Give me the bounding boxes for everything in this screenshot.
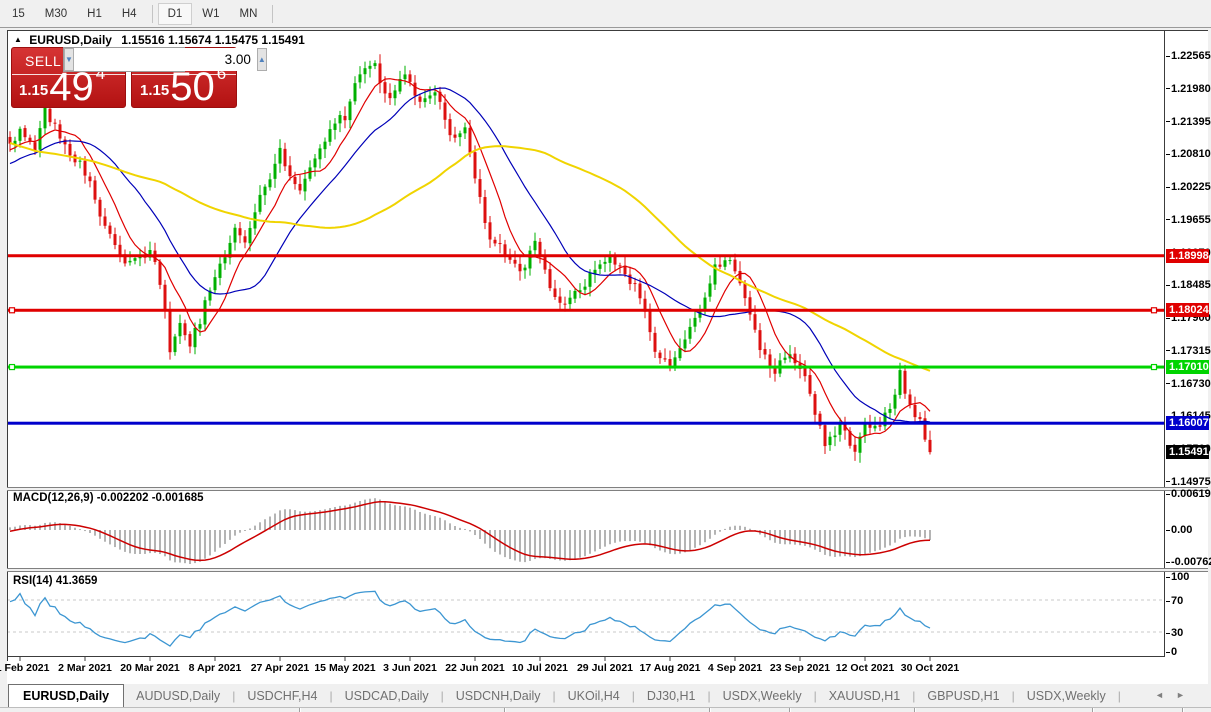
- price-axis-label: 1.20225: [1171, 181, 1209, 193]
- timeframe-button-h4[interactable]: H4: [112, 3, 147, 25]
- rsi-axis-label: 100: [1171, 571, 1209, 583]
- volume-decrease-button[interactable]: ▼: [64, 48, 74, 71]
- timeframe-button-mn[interactable]: MN: [230, 3, 268, 25]
- pane-divider-rsi[interactable]: [7, 568, 1208, 572]
- price-tick-mark: [1166, 285, 1170, 286]
- one-click-trade-panel: SELL 1.15 49 4 BUY 1.15 50 6 ▼ ▲: [10, 45, 238, 108]
- chart-tab-usdcad-daily[interactable]: USDCAD,Daily: [333, 686, 441, 706]
- rsi-tick-mark: [1166, 652, 1170, 653]
- price-axis-label: 1.20810: [1171, 148, 1209, 160]
- buy-price-big: 1.15: [140, 82, 169, 99]
- price-axis-label: 1.18485: [1171, 279, 1209, 291]
- macd-axis-label: 0.00: [1171, 524, 1209, 536]
- chart-tab-xauusd-h1[interactable]: XAUUSD,H1: [817, 686, 913, 706]
- tab-scroll-right-icon[interactable]: ►: [1176, 690, 1185, 700]
- timeframe-button-h1[interactable]: H1: [77, 3, 112, 25]
- macd-axis-label: -0.00762: [1171, 556, 1209, 568]
- price-badge[interactable]: 1.17010: [1166, 360, 1209, 374]
- tab-separator: |: [1118, 689, 1121, 703]
- price-tick-mark: [1166, 383, 1170, 384]
- sell-price-main: 49: [49, 71, 94, 104]
- price-tick-mark: [1166, 154, 1170, 155]
- price-tick-mark: [1166, 187, 1170, 188]
- price-badge[interactable]: 1.16007: [1166, 416, 1209, 430]
- price-axis-label: 1.21980: [1171, 83, 1209, 95]
- volume-spinner: ▼ ▲: [63, 47, 185, 72]
- macd-tick-mark: [1166, 562, 1170, 563]
- rsi-axis-label: 70: [1171, 595, 1209, 607]
- price-tick-mark: [1166, 121, 1170, 122]
- price-axis-label: 1.19655: [1171, 214, 1209, 226]
- rsi-label: RSI(14) 41.3659: [13, 575, 97, 587]
- volume-increase-button[interactable]: ▲: [257, 48, 267, 71]
- toolbar-separator: [272, 5, 273, 23]
- price-axis-label: 1.17315: [1171, 345, 1209, 357]
- price-tick-mark: [1166, 481, 1170, 482]
- buy-price-main: 50: [170, 71, 215, 104]
- rsi-tick-mark: [1166, 601, 1170, 602]
- price-axis-label: 1.22565: [1171, 50, 1209, 62]
- timeframe-button-d1[interactable]: D1: [158, 3, 193, 25]
- volume-input[interactable]: [74, 48, 257, 71]
- chart-tab-ukoil-h4[interactable]: UKOil,H4: [556, 686, 632, 706]
- rsi-axis-label: 0: [1171, 646, 1209, 658]
- price-tick-mark: [1166, 88, 1170, 89]
- chart-tab-gbpusd-h1[interactable]: GBPUSD,H1: [915, 686, 1011, 706]
- chart-tab-usdchf-h4[interactable]: USDCHF,H4: [235, 686, 329, 706]
- price-tick-mark: [1166, 350, 1170, 351]
- price-axis-label: 1.21395: [1171, 116, 1209, 128]
- toolbar-separator: [152, 5, 153, 23]
- pane-divider-macd[interactable]: [7, 487, 1208, 491]
- timeframe-button-m30[interactable]: M30: [35, 3, 77, 25]
- price-axis-label: 1.16730: [1171, 378, 1209, 390]
- price-badge[interactable]: 1.15491: [1166, 445, 1209, 459]
- date-label: 30 Oct 2021: [888, 662, 972, 674]
- rsi-axis-label: 30: [1171, 627, 1209, 639]
- price-badge[interactable]: 1.18998: [1166, 249, 1209, 263]
- timeframe-button-15[interactable]: 15: [2, 3, 35, 25]
- sell-price-big: 1.15: [19, 82, 48, 99]
- price-badge[interactable]: 1.18024: [1166, 303, 1209, 317]
- trading-terminal: 15M30H1H4D1W1MN ▲ EURUSD,Daily 1.15516 1…: [0, 0, 1211, 712]
- macd-axis-label: 0.006193: [1171, 488, 1209, 500]
- timeframe-button-w1[interactable]: W1: [192, 3, 229, 25]
- price-tick-mark: [1166, 56, 1170, 57]
- expand-icon[interactable]: ▲: [14, 35, 22, 44]
- price-tick-mark: [1166, 219, 1170, 220]
- macd-label: MACD(12,26,9) -0.002202 -0.001685: [13, 492, 204, 504]
- macd-tick-mark: [1166, 530, 1170, 531]
- macd-tick-mark: [1166, 494, 1170, 495]
- price-axis-label: 1.14975: [1171, 476, 1209, 488]
- chart-tab-bar: EURUSD,DailyAUDUSD,Daily|USDCHF,H4|USDCA…: [0, 684, 1211, 707]
- tab-scroll-left-icon[interactable]: ◄: [1155, 690, 1164, 700]
- chart-tab-usdx-weekly[interactable]: USDX,Weekly: [1015, 686, 1118, 706]
- rsi-tick-mark: [1166, 577, 1170, 578]
- price-tick-mark: [1166, 318, 1170, 319]
- chart-tab-dj30-h1[interactable]: DJ30,H1: [635, 686, 708, 706]
- chart-tab-audusd-daily[interactable]: AUDUSD,Daily: [124, 686, 232, 706]
- chart-tab-usdx-weekly[interactable]: USDX,Weekly: [711, 686, 814, 706]
- timeframe-toolbar: 15M30H1H4 D1W1MN: [0, 0, 1211, 28]
- status-bar: [0, 707, 1211, 712]
- rsi-tick-mark: [1166, 633, 1170, 634]
- chart-tab-usdcnh-daily[interactable]: USDCNH,Daily: [444, 686, 553, 706]
- chart-tab-eurusd-daily[interactable]: EURUSD,Daily: [8, 684, 124, 708]
